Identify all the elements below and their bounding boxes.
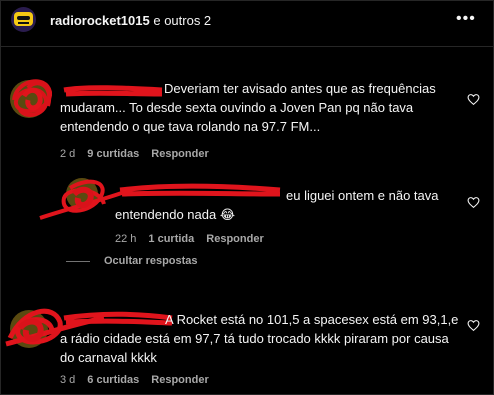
header-divider bbox=[0, 46, 494, 47]
likes-count[interactable]: 6 curtidas bbox=[87, 374, 139, 386]
comment-text: Deveriam ter avisado antes que as frequê… bbox=[60, 81, 436, 134]
post-author-line: radiorocket1015 e outros 2 bbox=[50, 13, 211, 28]
likes-count[interactable]: 1 curtida bbox=[148, 233, 194, 245]
reply-time: 22 h bbox=[115, 233, 137, 245]
reply-meta: 22 h 1 curtida Responder bbox=[115, 233, 276, 245]
comment-time: 3 d bbox=[60, 374, 76, 386]
comment-text: A Rocket está no 101,5 a spacesex está e… bbox=[60, 312, 459, 365]
more-options-icon[interactable]: ••• bbox=[456, 10, 476, 28]
post-header: radiorocket1015 e outros 2 ••• bbox=[0, 0, 494, 40]
comment-meta: 2 d 9 curtidas Responder bbox=[60, 148, 221, 160]
reply-button[interactable]: Responder bbox=[206, 233, 263, 245]
hide-replies-button[interactable]: Ocultar respostas bbox=[66, 255, 198, 267]
author-username[interactable]: radiorocket1015 bbox=[50, 13, 150, 28]
like-heart-icon[interactable] bbox=[467, 93, 480, 106]
hide-replies-line bbox=[66, 260, 90, 262]
others-text: e outros 2 bbox=[149, 13, 212, 28]
likes-count[interactable]: 9 curtidas bbox=[87, 148, 139, 160]
comment-time: 2 d bbox=[60, 148, 76, 160]
reply-button[interactable]: Responder bbox=[151, 374, 208, 386]
rocket-logo-icon bbox=[14, 12, 33, 26]
hide-replies-label: Ocultar respostas bbox=[104, 255, 198, 267]
like-heart-icon[interactable] bbox=[467, 319, 480, 332]
reply-text: eu liguei ontem e não tava entendendo na… bbox=[115, 188, 439, 222]
comment-meta: 3 d 6 curtidas Responder bbox=[60, 374, 221, 386]
profile-avatar[interactable] bbox=[11, 7, 36, 32]
like-heart-icon[interactable] bbox=[467, 196, 480, 209]
reply-button[interactable]: Responder bbox=[151, 148, 208, 160]
